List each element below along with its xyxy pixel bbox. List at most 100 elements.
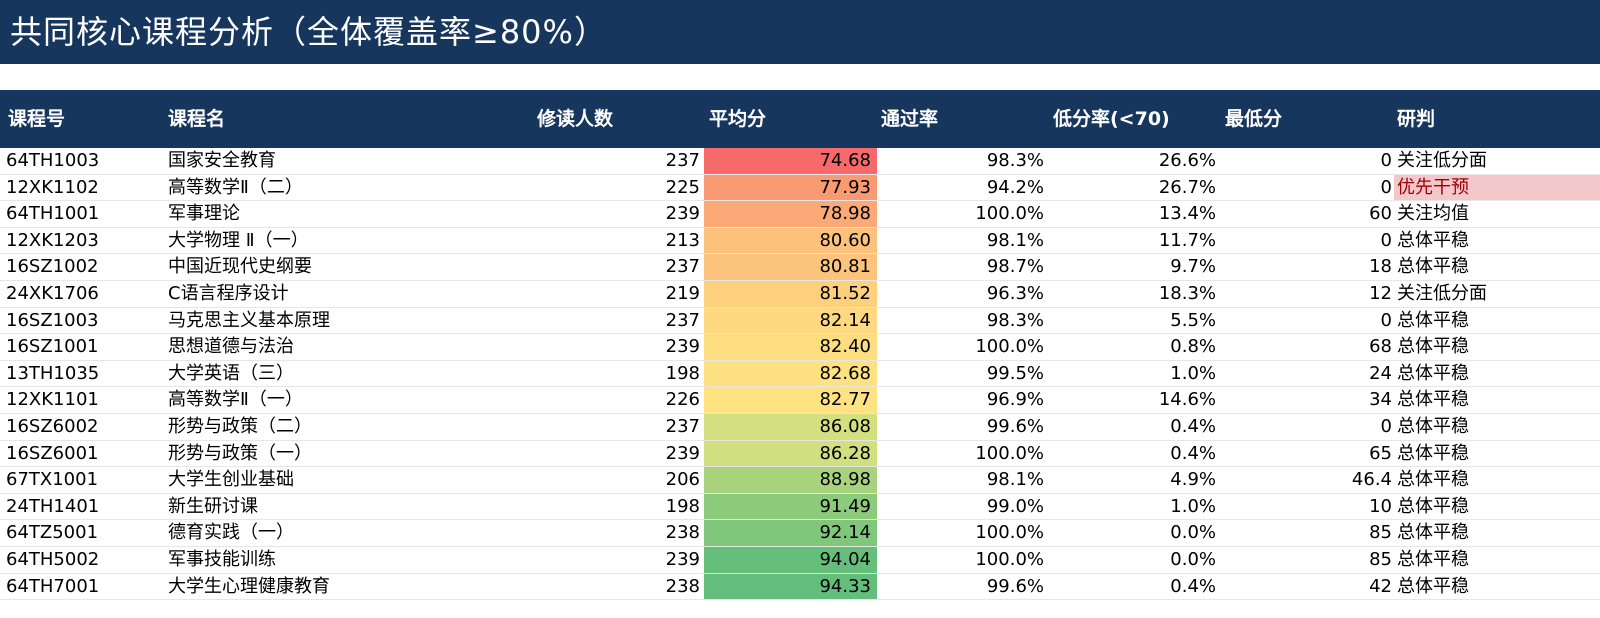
assessment-cell[interactable]: 关注低分面	[1394, 281, 1600, 307]
pass-rate-cell[interactable]: 98.1%	[987, 228, 1044, 254]
enrolled-count-cell[interactable]: 238	[666, 520, 700, 546]
min-score-cell[interactable]: 0	[1381, 175, 1392, 201]
assessment-cell[interactable]: 总体平稳	[1394, 308, 1600, 334]
low-score-rate-cell[interactable]: 9.7%	[1170, 254, 1216, 280]
min-score-cell[interactable]: 0	[1381, 308, 1392, 334]
course-name-cell[interactable]: 大学生创业基础	[168, 467, 294, 493]
assessment-cell[interactable]: 总体平稳	[1394, 520, 1600, 546]
average-score-cell[interactable]: 94.33	[704, 573, 877, 600]
low-score-rate-cell[interactable]: 1.0%	[1170, 494, 1216, 520]
low-score-rate-cell[interactable]: 0.0%	[1170, 547, 1216, 573]
min-score-cell[interactable]: 60	[1369, 201, 1392, 227]
assessment-cell[interactable]: 总体平稳	[1394, 334, 1600, 360]
enrolled-count-cell[interactable]: 226	[666, 387, 700, 413]
course-name-cell[interactable]: 军事技能训练	[168, 547, 276, 573]
low-score-rate-cell[interactable]: 0.8%	[1170, 334, 1216, 360]
average-score-cell[interactable]: 77.93	[704, 174, 877, 201]
header-enrolled[interactable]: 修读人数	[537, 108, 613, 130]
enrolled-count-cell[interactable]: 237	[666, 254, 700, 280]
enrolled-count-cell[interactable]: 239	[666, 334, 700, 360]
course-name-cell[interactable]: 新生研讨课	[168, 494, 258, 520]
pass-rate-cell[interactable]: 96.3%	[987, 281, 1044, 307]
course-code-cell[interactable]: 12XK1102	[6, 175, 99, 201]
average-score-cell[interactable]: 74.68	[704, 148, 877, 174]
average-score-cell[interactable]: 86.08	[704, 413, 877, 440]
course-name-cell[interactable]: 德育实践（一）	[168, 520, 294, 546]
header-avg[interactable]: 平均分	[709, 108, 766, 130]
low-score-rate-cell[interactable]: 18.3%	[1159, 281, 1216, 307]
enrolled-count-cell[interactable]: 225	[666, 175, 700, 201]
low-score-rate-cell[interactable]: 0.4%	[1170, 441, 1216, 467]
min-score-cell[interactable]: 34	[1369, 387, 1392, 413]
header-name[interactable]: 课程名	[168, 108, 225, 130]
average-score-cell[interactable]: 82.14	[704, 307, 877, 334]
course-code-cell[interactable]: 16SZ1002	[6, 254, 98, 280]
pass-rate-cell[interactable]: 98.7%	[987, 254, 1044, 280]
enrolled-count-cell[interactable]: 198	[666, 361, 700, 387]
assessment-cell[interactable]: 总体平稳	[1394, 547, 1600, 573]
average-score-cell[interactable]: 80.60	[704, 227, 877, 254]
header-judge[interactable]: 研判	[1397, 108, 1435, 130]
assessment-cell[interactable]: 总体平稳	[1394, 574, 1600, 600]
assessment-cell[interactable]: 总体平稳	[1394, 387, 1600, 413]
course-name-cell[interactable]: 高等数学Ⅱ（一）	[168, 387, 303, 413]
pass-rate-cell[interactable]: 99.5%	[987, 361, 1044, 387]
average-score-cell[interactable]: 82.40	[704, 334, 877, 360]
course-code-cell[interactable]: 12XK1101	[6, 387, 99, 413]
min-score-cell[interactable]: 24	[1369, 361, 1392, 387]
enrolled-count-cell[interactable]: 237	[666, 308, 700, 334]
assessment-cell[interactable]: 总体平稳	[1394, 414, 1600, 440]
low-score-rate-cell[interactable]: 14.6%	[1159, 387, 1216, 413]
pass-rate-cell[interactable]: 100.0%	[975, 441, 1044, 467]
course-code-cell[interactable]: 16SZ1003	[6, 308, 98, 334]
average-score-cell[interactable]: 82.68	[704, 360, 877, 387]
average-score-cell[interactable]: 94.04	[704, 546, 877, 573]
enrolled-count-cell[interactable]: 237	[666, 414, 700, 440]
course-name-cell[interactable]: 马克思主义基本原理	[168, 308, 330, 334]
min-score-cell[interactable]: 12	[1369, 281, 1392, 307]
enrolled-count-cell[interactable]: 239	[666, 547, 700, 573]
enrolled-count-cell[interactable]: 237	[666, 148, 700, 174]
pass-rate-cell[interactable]: 100.0%	[975, 201, 1044, 227]
pass-rate-cell[interactable]: 98.3%	[987, 308, 1044, 334]
assessment-cell[interactable]: 总体平稳	[1394, 361, 1600, 387]
course-code-cell[interactable]: 16SZ6001	[6, 441, 98, 467]
course-code-cell[interactable]: 12XK1203	[6, 228, 99, 254]
pass-rate-cell[interactable]: 98.1%	[987, 467, 1044, 493]
header-min[interactable]: 最低分	[1225, 108, 1282, 130]
course-name-cell[interactable]: 中国近现代史纲要	[168, 254, 312, 280]
low-score-rate-cell[interactable]: 26.7%	[1159, 175, 1216, 201]
header-low[interactable]: 低分率(<70)	[1053, 108, 1170, 130]
pass-rate-cell[interactable]: 100.0%	[975, 520, 1044, 546]
course-code-cell[interactable]: 64TH1001	[6, 201, 99, 227]
course-code-cell[interactable]: 16SZ1001	[6, 334, 98, 360]
min-score-cell[interactable]: 0	[1381, 148, 1392, 174]
course-name-cell[interactable]: 大学生心理健康教育	[168, 574, 330, 600]
course-name-cell[interactable]: 思想道德与法治	[168, 334, 294, 360]
pass-rate-cell[interactable]: 96.9%	[987, 387, 1044, 413]
low-score-rate-cell[interactable]: 0.4%	[1170, 574, 1216, 600]
course-name-cell[interactable]: C语言程序设计	[168, 281, 289, 307]
course-name-cell[interactable]: 高等数学Ⅱ（二）	[168, 175, 303, 201]
average-score-cell[interactable]: 91.49	[704, 493, 877, 520]
min-score-cell[interactable]: 46.4	[1352, 467, 1392, 493]
min-score-cell[interactable]: 85	[1369, 547, 1392, 573]
assessment-cell[interactable]: 总体平稳	[1394, 441, 1600, 467]
course-code-cell[interactable]: 24TH1401	[6, 494, 99, 520]
pass-rate-cell[interactable]: 100.0%	[975, 547, 1044, 573]
enrolled-count-cell[interactable]: 198	[666, 494, 700, 520]
course-code-cell[interactable]: 16SZ6002	[6, 414, 98, 440]
enrolled-count-cell[interactable]: 213	[666, 228, 700, 254]
low-score-rate-cell[interactable]: 4.9%	[1170, 467, 1216, 493]
header-code[interactable]: 课程号	[8, 108, 65, 130]
min-score-cell[interactable]: 10	[1369, 494, 1392, 520]
min-score-cell[interactable]: 0	[1381, 228, 1392, 254]
min-score-cell[interactable]: 0	[1381, 414, 1392, 440]
assessment-cell[interactable]: 关注均值	[1394, 201, 1600, 227]
course-code-cell[interactable]: 64TH5002	[6, 547, 99, 573]
average-score-cell[interactable]: 78.98	[704, 201, 877, 227]
course-name-cell[interactable]: 形势与政策（一）	[168, 441, 312, 467]
course-name-cell[interactable]: 形势与政策（二）	[168, 414, 312, 440]
assessment-cell[interactable]: 总体平稳	[1394, 467, 1600, 493]
pass-rate-cell[interactable]: 99.0%	[987, 494, 1044, 520]
